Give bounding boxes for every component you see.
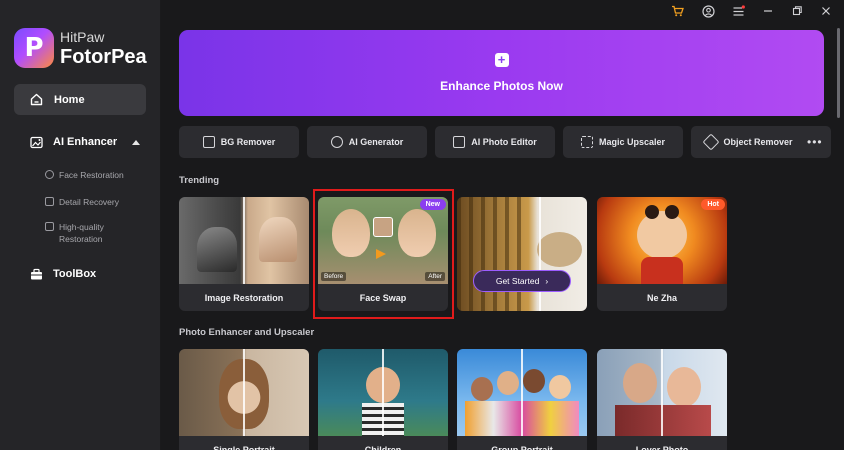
close-icon[interactable] — [819, 4, 833, 18]
chevron-up-icon[interactable] — [132, 139, 140, 145]
tool-bar: BG Remover AI Generator AI Photo Editor … — [179, 126, 831, 158]
hot-badge: Hot — [701, 199, 725, 210]
ai-generator-icon — [330, 136, 343, 148]
card-caption: Children — [364, 444, 402, 450]
sidebar-item-detail-recovery[interactable]: Detail Recovery — [45, 196, 119, 208]
section-title-photo-enhancer: Photo Enhancer and Upscaler — [179, 327, 315, 338]
tool-label: AI Generator — [348, 137, 404, 147]
card-object-removal-demo[interactable]: Get Started › — [457, 197, 587, 311]
card-single-portrait[interactable]: Single Portrait — [179, 349, 309, 450]
magic-upscaler-button[interactable]: Magic Upscaler — [563, 126, 683, 158]
chevron-right-icon: › — [545, 276, 549, 286]
card-caption: Ne Zha — [646, 292, 677, 303]
title-bar — [161, 0, 844, 22]
sidebar-subitem-label: Face Restoration — [59, 170, 124, 180]
sidebar-item-label: Home — [54, 93, 85, 106]
image-enhance-icon — [30, 136, 43, 148]
sidebar-item-label: AI Enhancer — [53, 136, 118, 148]
logo-mark: P — [14, 28, 54, 68]
card-caption: Single Portrait — [213, 444, 275, 450]
card-image: Get Started › — [457, 197, 587, 311]
get-started-button[interactable]: Get Started › — [473, 270, 571, 292]
card-image: Hot — [597, 197, 727, 284]
maximize-icon[interactable] — [790, 4, 804, 18]
sidebar: P HitPaw FotorPea Home AI Enhancer Face … — [0, 0, 161, 450]
tool-label: AI Photo Editor — [471, 137, 537, 147]
sidebar-item-home[interactable]: Home — [14, 84, 146, 115]
face-icon — [45, 170, 54, 179]
card-caption: Group Portrait — [491, 444, 553, 450]
upscaler-icon — [580, 136, 593, 148]
photo-editor-icon — [453, 136, 466, 148]
tool-label: Magic Upscaler — [598, 137, 666, 147]
app-logo: P HitPaw FotorPea — [14, 28, 147, 68]
tool-label: Object Remover — [723, 137, 793, 147]
sidebar-item-high-quality-restoration[interactable]: High-quality Restoration — [45, 221, 131, 245]
toolbox-icon — [31, 268, 42, 279]
logo-brand: HitPaw — [60, 28, 105, 45]
card-image — [597, 349, 727, 436]
minimize-icon[interactable] — [761, 4, 775, 18]
sidebar-item-ai-enhancer[interactable]: AI Enhancer — [30, 135, 146, 149]
sidebar-item-face-restoration[interactable]: Face Restoration — [45, 169, 124, 181]
selection-highlight — [313, 189, 454, 319]
bg-remover-icon — [202, 136, 215, 148]
sidebar-item-toolbox[interactable]: ToolBox — [30, 267, 146, 281]
card-image — [179, 197, 309, 284]
card-children[interactable]: Children — [318, 349, 448, 450]
sidebar-item-label: ToolBox — [53, 268, 97, 280]
ai-photo-editor-button[interactable]: AI Photo Editor — [435, 126, 555, 158]
card-group-portrait[interactable]: Group Portrait — [457, 349, 587, 450]
card-ne-zha[interactable]: Hot Ne Zha — [597, 197, 727, 311]
card-caption: Image Restoration — [204, 292, 284, 303]
account-icon[interactable] — [701, 4, 715, 18]
enhance-photos-now-button[interactable]: + Enhance Photos Now — [179, 30, 824, 116]
sidebar-subitem-label: High-quality Restoration — [59, 222, 104, 244]
home-icon — [30, 93, 43, 106]
more-icon[interactable]: ••• — [807, 135, 823, 149]
quality-icon — [45, 222, 54, 231]
card-lover-photo[interactable]: Lover Photo — [597, 349, 727, 450]
card-image — [318, 349, 448, 436]
card-caption: Lover Photo — [635, 444, 689, 450]
card-image-restoration[interactable]: Image Restoration — [179, 197, 309, 311]
plus-icon: + — [494, 53, 509, 67]
app-window: P HitPaw FotorPea Home AI Enhancer Face … — [0, 0, 844, 450]
tool-label: BG Remover — [220, 137, 276, 147]
card-image — [457, 349, 587, 436]
ai-generator-button[interactable]: AI Generator — [307, 126, 427, 158]
bg-remover-button[interactable]: BG Remover — [179, 126, 299, 158]
menu-icon[interactable] — [731, 4, 745, 18]
sidebar-subitem-label: Detail Recovery — [59, 197, 119, 207]
main-content: + Enhance Photos Now BG Remover AI Gener… — [161, 22, 831, 450]
hero-label: Enhance Photos Now — [440, 79, 563, 93]
scrollbar[interactable] — [837, 28, 840, 118]
section-title-trending: Trending — [179, 175, 220, 186]
store-icon[interactable] — [670, 4, 684, 18]
detail-icon — [45, 197, 54, 206]
logo-product: FotorPea — [60, 45, 147, 68]
eraser-icon — [702, 133, 720, 151]
card-image — [179, 349, 309, 436]
